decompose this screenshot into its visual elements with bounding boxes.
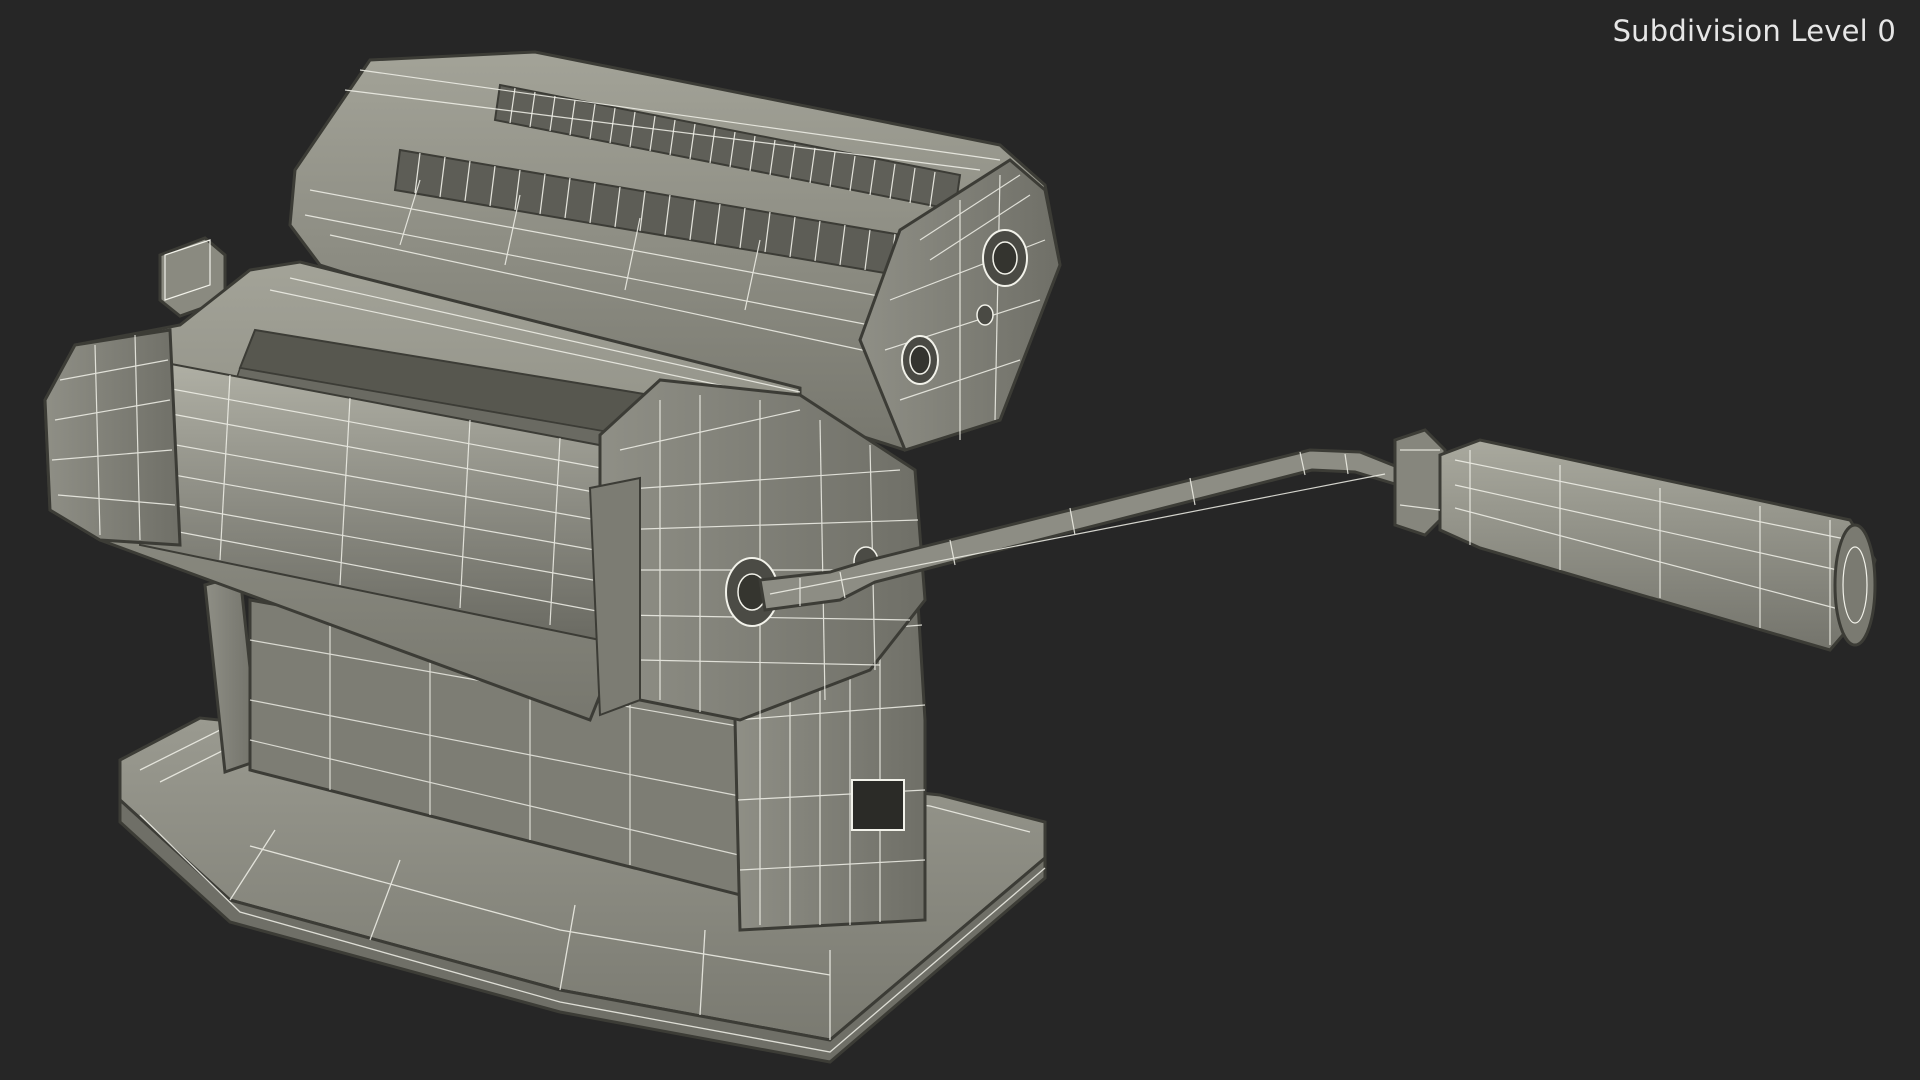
subdivision-level-label: Subdivision Level 0 xyxy=(1612,14,1896,48)
crank-handle xyxy=(1393,428,1877,652)
render-viewport: Subdivision Level 0 xyxy=(0,0,1920,1080)
pasta-machine-wireframe-model xyxy=(43,50,1877,1064)
